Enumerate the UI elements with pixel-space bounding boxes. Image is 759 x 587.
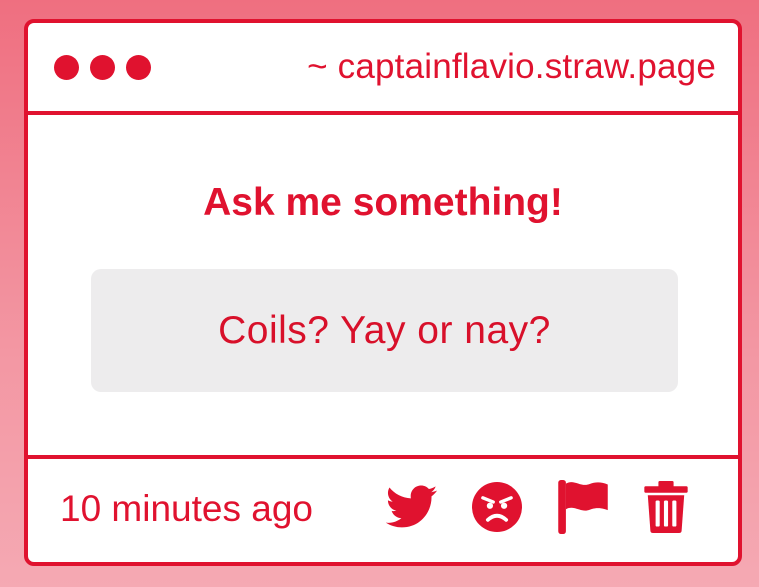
page-url: ~ captainflavio.straw.page [307, 47, 716, 86]
report-button[interactable] [558, 479, 644, 535]
window-dot-2 [90, 54, 115, 80]
page-title: Ask me something! [203, 181, 563, 224]
action-bar [386, 479, 730, 535]
window-dot-3 [126, 54, 151, 80]
message-card: ~ captainflavio.straw.page Ask me someth… [24, 19, 742, 566]
twitter-icon [386, 485, 438, 528]
flag-icon [558, 480, 608, 534]
timestamp: 10 minutes ago [60, 487, 314, 529]
delete-button[interactable] [644, 479, 730, 535]
question-text: Coils? Yay or nay? [218, 308, 551, 352]
window-dot-1 [54, 54, 79, 80]
window-controls [54, 54, 151, 80]
window-titlebar: ~ captainflavio.straw.page [28, 23, 738, 115]
message-body: Ask me something! Coils? Yay or nay? [28, 115, 738, 459]
message-footer: 10 minutes ago [28, 459, 738, 558]
react-angry-button[interactable] [472, 479, 558, 535]
tweet-button[interactable] [386, 479, 472, 535]
question-box: Coils? Yay or nay? [91, 269, 678, 392]
trash-icon [644, 481, 688, 533]
angry-face-icon [472, 482, 522, 532]
